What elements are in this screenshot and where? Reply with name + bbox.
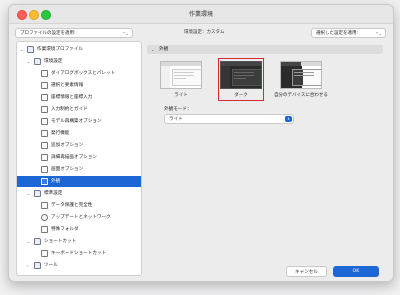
tree-item-label: 標準設定 [44, 191, 63, 196]
tree-item-label: ツール [44, 263, 58, 268]
tree-item-label: データ保護と完全性 [51, 203, 93, 208]
tree-item-keyboard-shortcuts[interactable]: キーボードショートカット [17, 248, 141, 259]
appearance-mode-label: 外観モード： [164, 107, 192, 112]
chevron-updown-icon[interactable]: ⇕ [285, 116, 292, 122]
tree-item-publish[interactable]: 発行機能 [17, 128, 141, 139]
auto-theme-thumbnail[interactable] [280, 61, 322, 89]
toolbar: プロファイルの設定を適用: ⌃⌄ 環境設定：カスタム 選択した設定を適用: ⌃⌄ [9, 24, 393, 40]
tree-item-data-protection[interactable]: データ保護と完全性 [17, 200, 141, 211]
tree-item-constraints[interactable]: 入力制約とガイド [17, 104, 141, 115]
chevron-down-icon[interactable]: ⌄ [27, 56, 30, 67]
tree-item-label: 特殊フォルダ [51, 227, 79, 232]
profile-folder-icon [27, 46, 34, 53]
doc-icon [41, 178, 48, 185]
chevron-updown-icon: ⌃⌄ [122, 31, 129, 36]
doc-icon [41, 82, 48, 89]
tree-item-profile[interactable]: ⌄ 作業環境プロファイル [17, 44, 141, 55]
tools-folder-icon [34, 262, 41, 269]
chevron-down-icon[interactable]: ⌄ [27, 188, 30, 199]
doc-icon [41, 154, 48, 161]
tree-item-label: ショートカット [44, 239, 77, 244]
tree-item-label: モデル再構築オプション [51, 119, 102, 124]
chevron-down-icon[interactable]: ⌄ [27, 236, 30, 247]
dark-theme-thumbnail[interactable] [220, 61, 262, 89]
theme-caption: ダーク [234, 93, 248, 98]
theme-caption: ライト [174, 93, 188, 98]
tree-item-label: 座標情報と座標入力 [51, 95, 93, 100]
tree-item-label: 環境設定 [44, 59, 63, 64]
ok-button[interactable]: OK [333, 266, 379, 277]
appearance-mode-select[interactable]: ライト ⇕ [164, 114, 294, 124]
light-theme-thumbnail[interactable] [160, 61, 202, 89]
theme-caption: 自分のデバイスに合わせる [274, 93, 328, 98]
doc-icon [41, 94, 48, 101]
tree-item-label: 作業環境プロファイル [37, 47, 83, 52]
apply-selected-select[interactable]: 選択した設定を適用: ⌃⌄ [311, 28, 386, 38]
tree-item-label: 画面オプション [51, 167, 84, 172]
settings-tree[interactable]: ⌄ 作業環境プロファイル ⌄ 環境設定 ダイアログボックスとパレット 選択と要素… [16, 41, 142, 276]
appearance-mode-value: ライト [169, 117, 183, 122]
globe-icon [41, 214, 48, 221]
tree-item-rebuild[interactable]: モデル再構築オプション [17, 116, 141, 127]
tree-item-selection[interactable]: 選択と要素情報 [17, 80, 141, 91]
apply-profile-label: プロファイルの設定を適用: [20, 31, 76, 36]
tree-item-standard[interactable]: ⌄ 標準設定 [17, 188, 141, 199]
doc-icon [41, 226, 48, 233]
tree-item-dialogs[interactable]: ダイアログボックスとパレット [17, 68, 141, 79]
tree-item-label: 発行機能 [51, 131, 70, 136]
tree-item-label: 詳細再描画オプション [51, 155, 97, 160]
chevron-updown-icon: ⌃⌄ [375, 31, 382, 36]
tree-item-label: アップデートとネットワーク [51, 215, 111, 220]
tree-item-screen[interactable]: 画面オプション [17, 164, 141, 175]
standard-folder-icon [34, 190, 41, 197]
tree-item-shortcuts[interactable]: ⌄ ショートカット [17, 236, 141, 247]
title-bar: 作業環境 [9, 5, 393, 24]
tree-item-label: ダイアログボックスとパレット [51, 71, 116, 76]
profile-status: 環境設定：カスタム [184, 30, 225, 35]
tree-item-label: 追加オプション [51, 143, 84, 148]
chevron-down-icon[interactable]: ⌄ [151, 45, 154, 54]
doc-icon [41, 70, 48, 77]
doc-icon [41, 142, 48, 149]
section-title: 外観 [159, 47, 169, 52]
tree-item-label: 外観 [51, 179, 61, 184]
appearance-panel: ⌄ 外観 ライト ダーク 自分のデバイスに合わせる 外観モード： ライト ⇕ [147, 41, 387, 274]
tree-item-environment[interactable]: ⌄ 環境設定 [17, 56, 141, 67]
section-header-appearance[interactable]: ⌄ 外観 [147, 45, 383, 54]
doc-icon [41, 130, 48, 137]
keyboard-icon [41, 250, 48, 257]
doc-icon [41, 166, 48, 173]
tree-item-additional[interactable]: 追加オプション [17, 140, 141, 151]
tree-item-label: 入力制約とガイド [51, 107, 88, 112]
tree-item-redraw[interactable]: 詳細再描画オプション [17, 152, 141, 163]
cancel-button[interactable]: キャンセル [286, 266, 327, 277]
tree-item-label: 選択と要素情報 [51, 83, 84, 88]
window-title: 作業環境 [188, 11, 213, 18]
shortcut-folder-icon [34, 238, 41, 245]
doc-icon [41, 202, 48, 209]
tree-item-label: キーボードショートカット [51, 251, 107, 256]
apply-selected-label: 選択した設定を適用: [316, 31, 359, 36]
doc-icon [41, 106, 48, 113]
chevron-right-icon[interactable]: › [27, 260, 29, 271]
chevron-down-icon[interactable]: ⌄ [20, 44, 23, 55]
tree-item-updates[interactable]: アップデートとネットワーク [17, 212, 141, 223]
tree-item-special-folders[interactable]: 特殊フォルダ [17, 224, 141, 235]
doc-icon [41, 118, 48, 125]
apply-profile-select[interactable]: プロファイルの設定を適用: ⌃⌄ [15, 28, 133, 38]
tree-item-appearance[interactable]: 外観 [17, 176, 141, 187]
preferences-window: 作業環境 プロファイルの設定を適用: ⌃⌄ 環境設定：カスタム 選択した設定を適… [8, 4, 394, 282]
tree-item-coordinates[interactable]: 座標情報と座標入力 [17, 92, 141, 103]
tree-item-tools[interactable]: › ツール [17, 260, 141, 271]
settings-folder-icon [34, 58, 41, 65]
